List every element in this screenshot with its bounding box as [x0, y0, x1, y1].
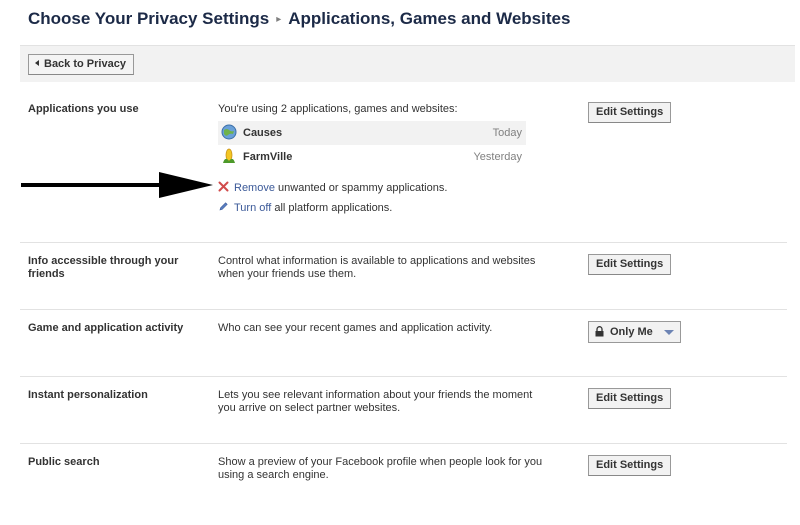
edit-settings-button[interactable]: Edit Settings [588, 388, 672, 409]
remove-apps-line: Remove unwanted or spammy applications. [218, 181, 447, 194]
back-to-privacy-button[interactable]: Back to Privacy [28, 54, 134, 75]
title-secondary: Applications, Games and Websites [288, 9, 571, 28]
section-description: Control what information is available to… [218, 255, 536, 280]
section-instant-personalization: Instant personalization Lets you see rel… [20, 386, 787, 442]
section-label: Instant personalization [28, 389, 148, 401]
remove-link[interactable]: Remove [234, 182, 275, 194]
turn-off-link[interactable]: Turn off [234, 202, 271, 214]
edit-settings-button[interactable]: Edit Settings [588, 254, 672, 275]
section-divider [20, 443, 787, 444]
back-button-label: Back to Privacy [44, 58, 126, 70]
app-last-used: Today [492, 127, 522, 139]
app-list: Causes Today FarmVille Yesterday [218, 121, 526, 169]
section-friends-info: Info accessible through your friends Con… [20, 252, 787, 308]
causes-globe-icon [221, 124, 237, 140]
title-primary: Choose Your Privacy Settings [28, 9, 270, 28]
apps-intro: You're using 2 applications, games and w… [218, 103, 458, 115]
lock-icon [595, 326, 604, 337]
edit-settings-button[interactable]: Edit Settings [588, 455, 672, 476]
privacy-dropdown[interactable]: Only Me [588, 321, 681, 343]
section-game-activity: Game and application activity Who can se… [20, 319, 787, 375]
arrow-annotation [21, 172, 213, 198]
section-label: Game and application activity [28, 322, 184, 334]
section-label: Public search [28, 456, 100, 468]
edit-settings-button[interactable]: Edit Settings [588, 102, 672, 123]
chevron-down-icon [664, 330, 674, 335]
section-label: Info accessible through your friends [28, 255, 179, 280]
app-item-farmville[interactable]: FarmVille Yesterday [218, 145, 526, 169]
section-divider [20, 242, 787, 243]
breadcrumb-separator: ▸ [276, 14, 282, 25]
pencil-icon [219, 202, 228, 211]
back-arrow-icon [35, 60, 39, 66]
farmville-corn-icon [223, 148, 235, 163]
app-name: Causes [243, 127, 283, 139]
section-description: Who can see your recent games and applic… [218, 322, 493, 334]
remove-x-icon [218, 181, 229, 192]
section-divider [20, 309, 787, 310]
toolbar: Back to Privacy [20, 45, 795, 82]
page-title: Choose Your Privacy Settings ▸ Application… [28, 9, 570, 29]
section-divider [20, 376, 787, 377]
section-description: Show a preview of your Facebook profile … [218, 456, 543, 481]
section-applications: Applications you use You're using 2 appl… [20, 100, 787, 240]
dropdown-value: Only Me [610, 326, 653, 338]
remove-text: unwanted or spammy applications. [274, 182, 448, 194]
turn-off-text: all platform applications. [271, 202, 393, 214]
section-description: Lets you see relevant information about … [218, 389, 533, 414]
app-item-causes[interactable]: Causes Today [218, 121, 526, 145]
section-label: Applications you use [28, 103, 139, 115]
turn-off-line: Turn off all platform applications. [218, 201, 392, 214]
app-name: FarmVille [243, 151, 293, 163]
section-public-search: Public search Show a preview of your Fac… [20, 453, 787, 509]
app-last-used: Yesterday [473, 151, 522, 163]
